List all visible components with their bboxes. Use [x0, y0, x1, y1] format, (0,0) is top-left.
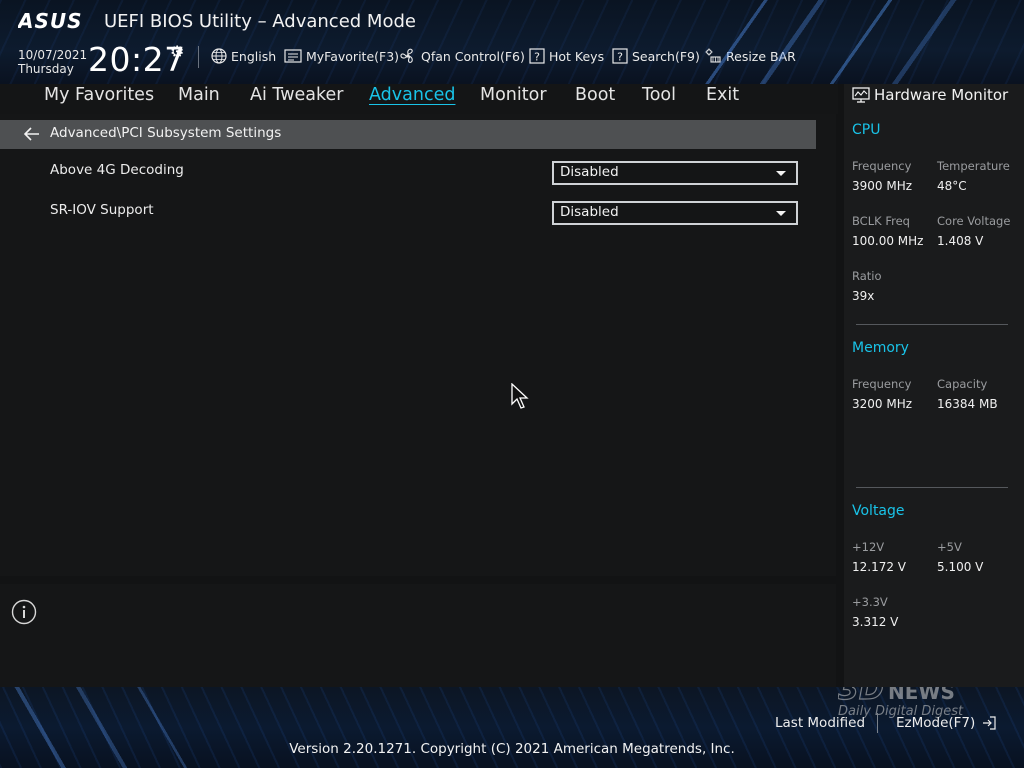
date-display: 10/07/2021 Thursday — [18, 48, 87, 76]
dropdown-value: Disabled — [560, 164, 619, 180]
language-button[interactable]: English — [211, 47, 276, 65]
core-voltage-value: 1.408 V — [937, 234, 984, 248]
favorite-list-icon — [284, 49, 302, 63]
language-label: English — [231, 48, 277, 64]
ratio-value: 39x — [852, 289, 875, 303]
tab-tool[interactable]: Tool — [642, 85, 676, 105]
resize-bar-button[interactable]: Resize BAR — [704, 47, 796, 65]
tab-exit[interactable]: Exit — [706, 85, 739, 105]
footer: 3D NEWS Daily Digital Digest Last Modifi… — [0, 687, 1024, 768]
last-modified-button[interactable]: Last Modified — [775, 715, 865, 731]
exit-arrow-icon — [983, 716, 996, 730]
sr-iov-support-select[interactable]: Disabled — [552, 201, 798, 225]
monitor-icon — [852, 87, 870, 103]
hardware-monitor: Hardware Monitor CPU Frequency 3900 MHz … — [844, 84, 1024, 687]
cpu-temperature-value: 48°C — [937, 179, 967, 193]
memory-heading: Memory — [852, 340, 909, 356]
cpu-heading: CPU — [852, 122, 881, 138]
date-text: 10/07/2021 — [18, 48, 88, 62]
tab-boot[interactable]: Boot — [575, 85, 615, 105]
caret-down-icon — [776, 171, 786, 176]
tab-monitor[interactable]: Monitor — [480, 85, 547, 105]
memory-frequency-label: Frequency — [852, 377, 912, 391]
svg-text:ASUS: ASUS — [18, 10, 83, 32]
v5-label: +5V — [937, 540, 962, 554]
app-title: UEFI BIOS Utility – Advanced Mode — [104, 11, 416, 32]
qfan-label: Qfan Control(F6) — [421, 48, 525, 64]
search-button[interactable]: ? Search(F9) — [612, 47, 700, 65]
breadcrumb-path: Advanced\PCI Subsystem Settings — [50, 125, 282, 141]
ezmode-button[interactable]: EzMode(F7) — [896, 715, 997, 731]
cpu-temperature-label: Temperature — [937, 159, 1010, 173]
monitor-title: Hardware Monitor — [874, 86, 1009, 104]
search-help-icon: ? — [612, 48, 628, 64]
memory-capacity-label: Capacity — [937, 377, 988, 391]
monitor-divider — [856, 324, 1008, 325]
cpu-frequency-label: Frequency — [852, 159, 912, 173]
tab-main[interactable]: Main — [178, 85, 220, 105]
fan-icon — [400, 48, 413, 64]
bclk-value: 100.00 MHz — [852, 234, 924, 248]
memory-capacity-value: 16384 MB — [937, 397, 998, 411]
toolbar-separator — [198, 46, 199, 68]
weekday-text: Thursday — [18, 62, 74, 76]
v12-label: +12V — [852, 540, 885, 554]
dropdown-value: Disabled — [560, 204, 619, 220]
svg-text:?: ? — [617, 51, 623, 64]
settings-panel: Advanced\PCI Subsystem Settings Above 4G… — [0, 114, 836, 576]
globe-icon — [211, 48, 227, 64]
setting-label-above-4g[interactable]: Above 4G Decoding — [50, 162, 184, 178]
back-arrow-icon[interactable] — [24, 127, 40, 141]
main-nav: My Favorites Main Ai Tweaker Advanced Mo… — [0, 84, 838, 114]
myfavorite-label: MyFavorite(F3) — [306, 48, 400, 64]
myfavorite-button[interactable]: MyFavorite(F3) — [284, 47, 399, 65]
info-icon — [11, 599, 37, 625]
mouse-cursor-icon — [511, 383, 529, 409]
monitor-divider — [856, 487, 1008, 488]
tab-ai-tweaker[interactable]: Ai Tweaker — [250, 85, 343, 105]
copyright-text: Version 2.20.1271. Copyright (C) 2021 Am… — [289, 741, 735, 757]
ezmode-label: EzMode(F7) — [896, 715, 976, 731]
footer-separator — [877, 713, 878, 733]
hotkeys-button[interactable]: ? Hot Keys — [529, 47, 604, 65]
v33-value: 3.312 V — [852, 615, 899, 629]
asus-logo: ASUS — [18, 10, 83, 32]
tab-my-favorites[interactable]: My Favorites — [44, 85, 154, 105]
v5-value: 5.100 V — [937, 560, 984, 574]
qfan-control-button[interactable]: Qfan Control(F6) — [399, 47, 525, 65]
tab-advanced[interactable]: Advanced — [369, 85, 455, 105]
cpu-frequency-value: 3900 MHz — [852, 179, 913, 193]
setting-label-sr-iov[interactable]: SR-IOV Support — [50, 202, 154, 218]
gear-icon[interactable]: ⚙ — [170, 42, 184, 61]
help-panel — [0, 584, 836, 687]
bclk-label: BCLK Freq — [852, 214, 910, 228]
svg-text:?: ? — [534, 51, 540, 64]
caret-down-icon — [776, 211, 786, 216]
resize-bar-label: Resize BAR — [726, 48, 796, 64]
memory-frequency-value: 3200 MHz — [852, 397, 913, 411]
resize-bar-icon — [705, 48, 721, 63]
ratio-label: Ratio — [852, 269, 882, 283]
voltage-heading: Voltage — [852, 503, 905, 519]
monitor-header: Hardware Monitor — [852, 86, 1008, 104]
v33-label: +3.3V — [852, 595, 888, 609]
top-header: ASUS UEFI BIOS Utility – Advanced Mode 1… — [0, 0, 1024, 84]
v12-value: 12.172 V — [852, 560, 907, 574]
search-label: Search(F9) — [632, 48, 700, 64]
above-4g-decoding-select[interactable]: Disabled — [552, 161, 798, 185]
help-key-icon: ? — [529, 48, 545, 64]
breadcrumb: Advanced\PCI Subsystem Settings — [0, 120, 816, 149]
svg-text:NEWS: NEWS — [888, 687, 955, 704]
core-voltage-label: Core Voltage — [937, 214, 1011, 228]
hotkeys-label: Hot Keys — [549, 48, 605, 64]
